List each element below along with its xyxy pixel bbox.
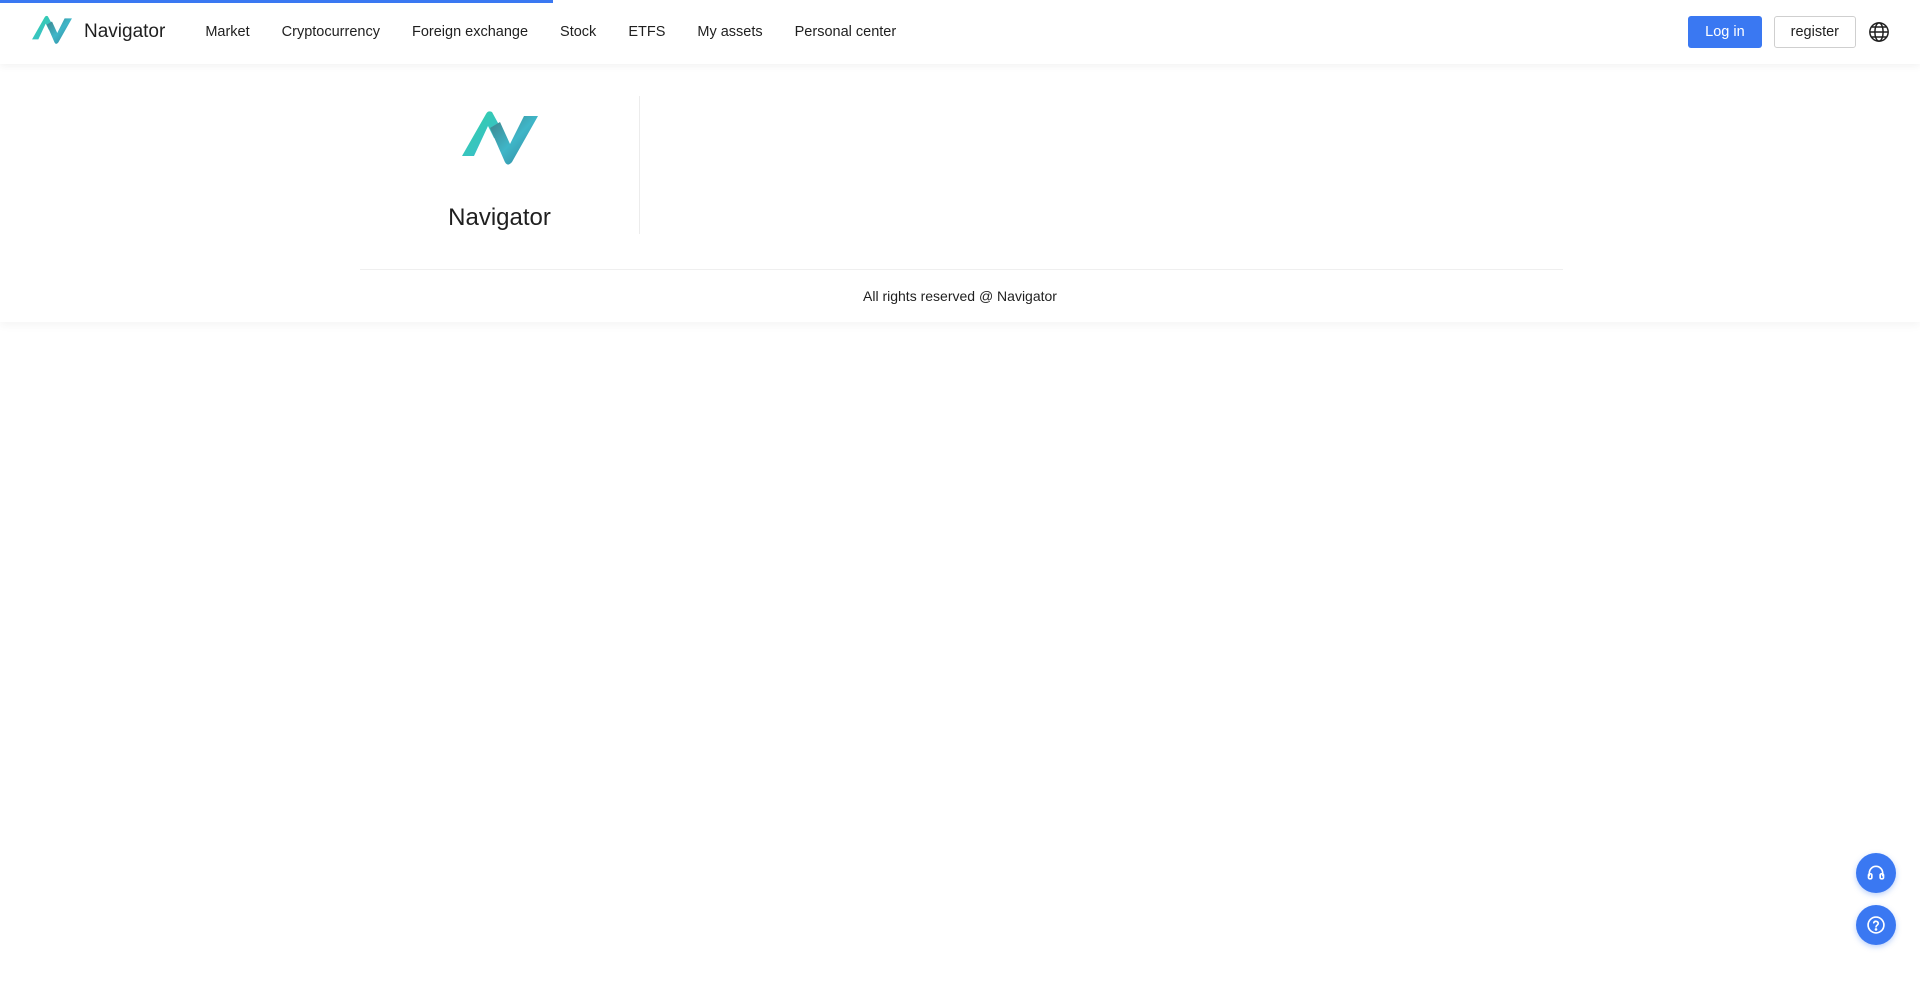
footer-divider: [360, 269, 1563, 270]
footer-content: Navigator: [360, 96, 1563, 234]
page-loading-bar: [0, 0, 553, 3]
question-icon: [1867, 916, 1885, 934]
site-footer: Navigator All rights reserved @ Navigato…: [0, 64, 1920, 322]
nav-item-etfs[interactable]: ETFS: [628, 24, 665, 40]
help-button[interactable]: [1856, 905, 1896, 945]
nav-item-stock[interactable]: Stock: [560, 24, 596, 40]
globe-icon[interactable]: [1868, 21, 1890, 43]
customer-support-button[interactable]: [1856, 853, 1896, 893]
nav-item-market[interactable]: Market: [205, 24, 249, 40]
top-header: Navigator Market Cryptocurrency Foreign …: [0, 0, 1920, 64]
nav-item-foreign-exchange[interactable]: Foreign exchange: [412, 24, 528, 40]
navigator-logo: [32, 15, 72, 44]
copyright-text: All rights reserved @ Navigator: [863, 288, 1057, 304]
header-actions: Log in register: [1688, 0, 1920, 64]
brand[interactable]: Navigator: [31, 14, 165, 50]
register-button[interactable]: register: [1773, 16, 1856, 48]
nav-item-cryptocurrency[interactable]: Cryptocurrency: [282, 24, 380, 40]
nav-item-my-assets[interactable]: My assets: [697, 24, 762, 40]
navigator-logo: [461, 111, 538, 165]
nav-item-personal-center[interactable]: Personal center: [795, 24, 897, 40]
login-button[interactable]: Log in: [1688, 16, 1762, 48]
main-nav: Market Cryptocurrency Foreign exchange S…: [205, 24, 928, 40]
footer-brand: Navigator: [360, 96, 640, 234]
brand-name: Navigator: [84, 21, 166, 42]
footer-brand-name: Navigator: [448, 204, 551, 231]
headset-icon: [1867, 865, 1885, 880]
